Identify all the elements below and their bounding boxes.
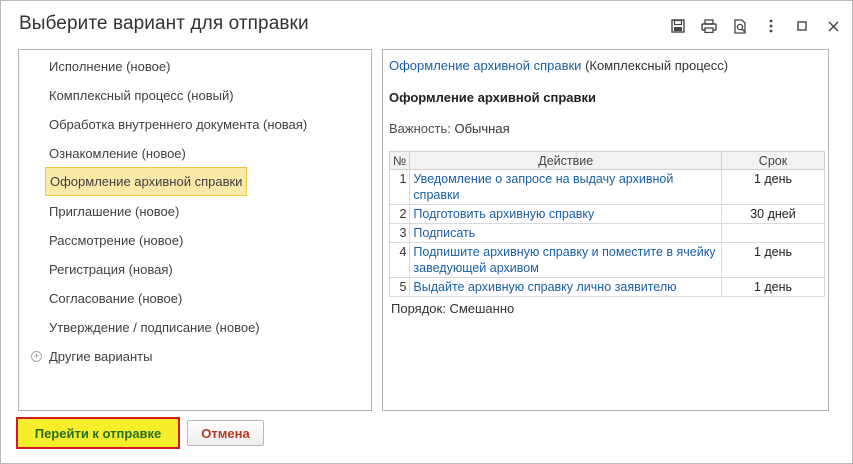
table-row: 1 Уведомление о запросе на выдачу архивн… (388, 169, 825, 205)
tree-item[interactable]: Согласование (новое) (49, 288, 182, 309)
table-row: 3 Подписать (388, 223, 825, 243)
title-bar: Выберите вариант для отправки (1, 1, 852, 49)
tree-item[interactable]: Ознакомление (новое) (49, 143, 186, 164)
importance: Важность: Обычная (389, 121, 510, 136)
order: Порядок: Смешанно (391, 301, 514, 316)
step-action-link[interactable]: Подготовить архивную справку (409, 204, 722, 224)
tree-item[interactable]: Исполнение (новое) (49, 56, 170, 77)
dialog-title: Выберите вариант для отправки (19, 13, 309, 34)
step-action-link[interactable]: Подпишите архивную справку и поместите в… (409, 242, 722, 278)
step-number: 4 (388, 242, 411, 278)
step-term: 1 день (721, 277, 825, 297)
tree-item[interactable]: Приглашение (новое) (49, 201, 179, 222)
step-term: 1 день (721, 169, 825, 205)
save-icon[interactable] (667, 15, 689, 37)
variant-details: Оформление архивной справки (Комплексный… (382, 49, 829, 411)
details-header: Оформление архивной справки (Комплексный… (389, 58, 728, 73)
step-term (721, 223, 825, 243)
process-link[interactable]: Оформление архивной справки (389, 58, 581, 73)
process-type: (Комплексный процесс) (585, 58, 729, 73)
column-header: Срок (721, 151, 825, 170)
column-header: Действие (409, 151, 722, 170)
table-header-row: № Действие Срок (388, 151, 825, 170)
tree-item[interactable]: Обработка внутреннего документа (новая) (49, 114, 307, 135)
step-term: 30 дней (721, 204, 825, 224)
title-bar-icons (658, 15, 844, 37)
maximize-icon[interactable] (791, 15, 813, 37)
step-term: 1 день (721, 242, 825, 278)
details-title: Оформление архивной справки (389, 90, 596, 105)
importance-label: Важность: (389, 121, 451, 136)
step-number: 3 (388, 223, 411, 243)
order-value: Смешанно (449, 301, 515, 316)
cancel-button[interactable]: Отмена (187, 420, 264, 446)
print-icon[interactable] (698, 15, 720, 37)
step-number: 1 (388, 169, 411, 205)
step-action-link[interactable]: Уведомление о запросе на выдачу архивной… (409, 169, 722, 205)
tree-item[interactable]: Рассмотрение (новое) (49, 230, 183, 251)
close-icon[interactable] (822, 15, 844, 37)
column-header: № (388, 151, 411, 170)
more-icon[interactable] (760, 15, 782, 37)
table-row: 2 Подготовить архивную справку 30 дней (388, 204, 825, 224)
go-to-send-label: Перейти к отправке (34, 425, 162, 441)
preview-icon[interactable] (729, 15, 751, 37)
expand-icon[interactable]: + (31, 351, 42, 362)
order-label: Порядок: (391, 301, 446, 316)
table-row: 5 Выдайте архивную справку лично заявите… (388, 277, 825, 297)
table-row: 4 Подпишите архивную справку и поместите… (388, 242, 825, 278)
steps-table: № Действие Срок 1 Уведомление о запросе … (388, 151, 825, 297)
importance-value: Обычная (454, 121, 510, 136)
tree-group-other[interactable]: Другие варианты (49, 346, 152, 367)
go-to-send-button[interactable]: Перейти к отправке (16, 417, 180, 449)
variants-tree[interactable]: Исполнение (новое) Комплексный процесс (… (18, 49, 372, 411)
step-number: 2 (388, 204, 411, 224)
tree-item[interactable]: Регистрация (новая) (49, 259, 173, 280)
step-action-link[interactable]: Подписать (409, 223, 722, 243)
step-number: 5 (388, 277, 411, 297)
dialog-window: Выберите вариант для отправки Исполнение… (0, 0, 853, 464)
step-action-link[interactable]: Выдайте архивную справку лично заявителю (409, 277, 722, 297)
tree-item[interactable]: Утверждение / подписание (новое) (49, 317, 260, 338)
tree-item[interactable]: Комплексный процесс (новый) (49, 85, 234, 106)
tree-item-selected[interactable]: Оформление архивной справки (45, 167, 248, 196)
